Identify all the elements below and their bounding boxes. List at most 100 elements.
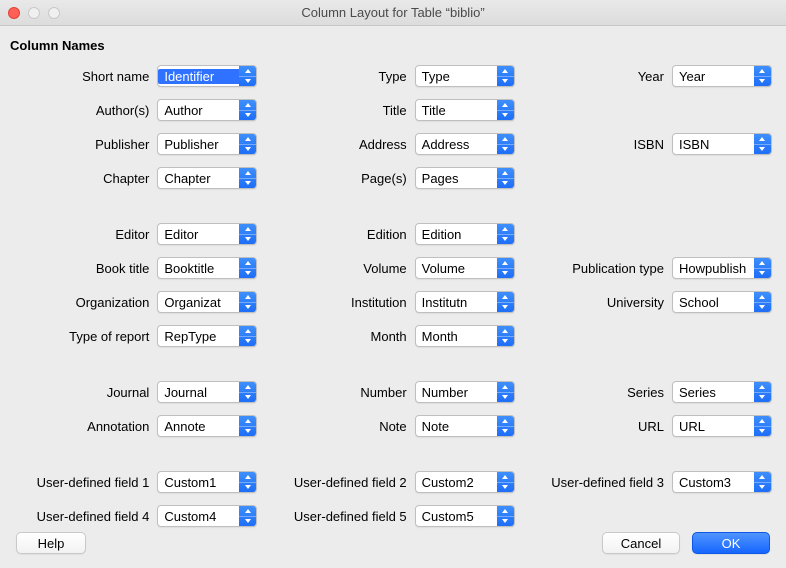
ok-button[interactable]: OK xyxy=(692,532,770,554)
chevron-updown-icon[interactable] xyxy=(754,292,771,312)
combo-user3[interactable]: Custom3 xyxy=(672,471,772,493)
combo-university[interactable]: School xyxy=(672,291,772,313)
combo-user1[interactable]: Custom1 xyxy=(157,471,257,493)
field-pages: Page(s) Pages xyxy=(269,165,514,191)
label-number: Number xyxy=(360,385,406,400)
label-title: Title xyxy=(383,103,407,118)
field-address: Address Address xyxy=(269,131,514,157)
chevron-updown-icon[interactable] xyxy=(754,382,771,402)
column-names-grid: Short name Identifier Type Type Year Yea… xyxy=(8,63,778,529)
chevron-updown-icon[interactable] xyxy=(497,258,514,278)
chevron-updown-icon[interactable] xyxy=(497,382,514,402)
combo-year[interactable]: Year xyxy=(672,65,772,87)
field-book-title: Book title Booktitle xyxy=(12,255,257,281)
chevron-updown-icon[interactable] xyxy=(239,292,256,312)
chevron-updown-icon[interactable] xyxy=(754,258,771,278)
chevron-updown-icon[interactable] xyxy=(754,472,771,492)
combo-value: Volume xyxy=(416,261,497,276)
chevron-updown-icon[interactable] xyxy=(239,382,256,402)
combo-value: Institutn xyxy=(416,295,497,310)
group-separator xyxy=(12,447,772,461)
label-authors: Author(s) xyxy=(96,103,149,118)
combo-publisher[interactable]: Publisher xyxy=(157,133,257,155)
empty-cell xyxy=(527,221,772,247)
close-icon[interactable] xyxy=(8,7,20,19)
field-journal: Journal Journal xyxy=(12,379,257,405)
group-separator xyxy=(12,199,772,213)
combo-address[interactable]: Address xyxy=(415,133,515,155)
label-address: Address xyxy=(359,137,407,152)
label-university: University xyxy=(607,295,664,310)
chevron-updown-icon[interactable] xyxy=(754,416,771,436)
label-edition: Edition xyxy=(367,227,407,242)
label-isbn: ISBN xyxy=(634,137,664,152)
label-series: Series xyxy=(627,385,664,400)
combo-value: Editor xyxy=(158,227,239,242)
combo-value: Year xyxy=(673,69,754,84)
combo-isbn[interactable]: ISBN xyxy=(672,133,772,155)
combo-note[interactable]: Note xyxy=(415,415,515,437)
chevron-updown-icon[interactable] xyxy=(497,168,514,188)
field-volume: Volume Volume xyxy=(269,255,514,281)
chevron-updown-icon[interactable] xyxy=(239,100,256,120)
field-month: Month Month xyxy=(269,323,514,349)
label-institution: Institution xyxy=(351,295,407,310)
minimize-icon xyxy=(28,7,40,19)
combo-value: Address xyxy=(416,137,497,152)
combo-value: School xyxy=(673,295,754,310)
combo-volume[interactable]: Volume xyxy=(415,257,515,279)
combo-annotation[interactable]: Annote xyxy=(157,415,257,437)
chevron-updown-icon[interactable] xyxy=(239,326,256,346)
combo-pages[interactable]: Pages xyxy=(415,167,515,189)
combo-user2[interactable]: Custom2 xyxy=(415,471,515,493)
combo-value: Booktitle xyxy=(158,261,239,276)
section-heading: Column Names xyxy=(10,38,778,53)
chevron-updown-icon[interactable] xyxy=(497,472,514,492)
combo-month[interactable]: Month xyxy=(415,325,515,347)
combo-value: Custom3 xyxy=(673,475,754,490)
combo-institution[interactable]: Institutn xyxy=(415,291,515,313)
chevron-updown-icon[interactable] xyxy=(497,326,514,346)
chevron-updown-icon[interactable] xyxy=(239,66,256,86)
chevron-updown-icon[interactable] xyxy=(497,100,514,120)
chevron-updown-icon[interactable] xyxy=(239,416,256,436)
combo-value: Annote xyxy=(158,419,239,434)
cancel-button[interactable]: Cancel xyxy=(602,532,680,554)
combo-editor[interactable]: Editor xyxy=(157,223,257,245)
combo-type-of-report[interactable]: RepType xyxy=(157,325,257,347)
chevron-updown-icon[interactable] xyxy=(239,134,256,154)
combo-short-name[interactable]: Identifier xyxy=(157,65,257,87)
chevron-updown-icon[interactable] xyxy=(497,134,514,154)
chevron-updown-icon[interactable] xyxy=(239,224,256,244)
combo-chapter[interactable]: Chapter xyxy=(157,167,257,189)
chevron-updown-icon[interactable] xyxy=(754,66,771,86)
combo-url[interactable]: URL xyxy=(672,415,772,437)
combo-value: RepType xyxy=(158,329,239,344)
combo-title[interactable]: Title xyxy=(415,99,515,121)
field-editor: Editor Editor xyxy=(12,221,257,247)
help-button[interactable]: Help xyxy=(16,532,86,554)
combo-edition[interactable]: Edition xyxy=(415,223,515,245)
chevron-updown-icon[interactable] xyxy=(239,258,256,278)
chevron-updown-icon[interactable] xyxy=(754,134,771,154)
chevron-updown-icon[interactable] xyxy=(497,292,514,312)
field-publication-type: Publication type Howpublish xyxy=(527,255,772,281)
chevron-updown-icon[interactable] xyxy=(239,168,256,188)
combo-authors[interactable]: Author xyxy=(157,99,257,121)
combo-publication-type[interactable]: Howpublish xyxy=(672,257,772,279)
label-volume: Volume xyxy=(363,261,406,276)
combo-value: Month xyxy=(416,329,497,344)
combo-organization[interactable]: Organizat xyxy=(157,291,257,313)
combo-book-title[interactable]: Booktitle xyxy=(157,257,257,279)
chevron-updown-icon[interactable] xyxy=(497,224,514,244)
chevron-updown-icon[interactable] xyxy=(497,416,514,436)
dialog-footer: Help Cancel OK xyxy=(0,522,786,568)
combo-series[interactable]: Series xyxy=(672,381,772,403)
combo-type[interactable]: Type xyxy=(415,65,515,87)
combo-value: Series xyxy=(673,385,754,400)
combo-value: Custom2 xyxy=(416,475,497,490)
combo-journal[interactable]: Journal xyxy=(157,381,257,403)
combo-number[interactable]: Number xyxy=(415,381,515,403)
chevron-updown-icon[interactable] xyxy=(497,66,514,86)
chevron-updown-icon[interactable] xyxy=(239,472,256,492)
